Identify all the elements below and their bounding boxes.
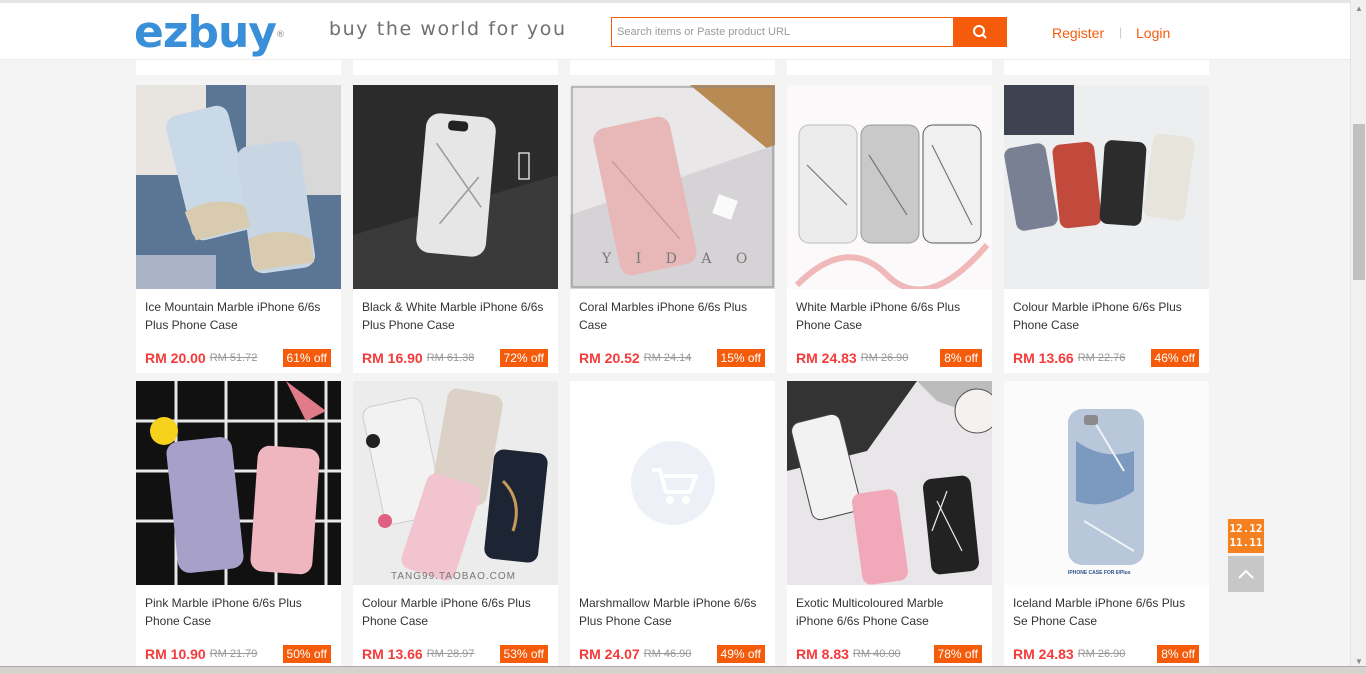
original-price: RM 51.72: [209, 352, 258, 364]
price-row: RM 20.00 RM 51.72 61% off: [136, 343, 341, 373]
price-row: RM 24.83 RM 26.90 8% off: [787, 343, 992, 373]
product-card[interactable]: Pink Marble iPhone 6/6s Plus Phone Case …: [136, 381, 341, 669]
search-bar: [611, 17, 1007, 47]
discount-badge: 46% off: [1150, 349, 1199, 367]
search-button[interactable]: [953, 17, 1007, 47]
original-price: RM 46.90: [643, 648, 692, 660]
discount-badge: 15% off: [716, 349, 765, 367]
product-title[interactable]: Iceland Marble iPhone 6/6s Plus Se Phone…: [1004, 585, 1209, 639]
auth-separator: |: [1119, 25, 1123, 39]
discount-badge: 78% off: [933, 645, 982, 663]
product-card[interactable]: Colour Marble iPhone 6/6s Plus Phone Cas…: [1004, 85, 1209, 373]
price-row: RM 16.90 RM 61.38 72% off: [353, 343, 558, 373]
slogan: buy the world for you: [329, 18, 567, 40]
price-row: RM 20.52 RM 24.14 15% off: [570, 343, 775, 373]
product-title[interactable]: Pink Marble iPhone 6/6s Plus Phone Case: [136, 585, 341, 639]
logo-text: ezbuy: [134, 7, 277, 58]
product-price: RM 20.00: [145, 350, 206, 366]
vertical-scrollbar[interactable]: ▲ ▼: [1350, 0, 1366, 674]
product-price: RM 10.90: [145, 646, 206, 662]
discount-badge: 72% off: [499, 349, 548, 367]
price-row: RM 13.66 RM 28.97 53% off: [353, 639, 558, 669]
product-image[interactable]: Y I D A O: [570, 85, 775, 289]
original-price: RM 26.90: [860, 352, 909, 364]
discount-badge: 50% off: [282, 645, 331, 663]
product-card[interactable]: Ice Mountain Marble iPhone 6/6s Plus Pho…: [136, 85, 341, 373]
product-price: RM 13.66: [362, 646, 423, 662]
product-price: RM 24.07: [579, 646, 640, 662]
back-to-top-button[interactable]: [1228, 556, 1264, 592]
original-price: RM 21.79: [209, 648, 258, 660]
product-title[interactable]: Marshmallow Marble iPhone 6/6s Plus Phon…: [570, 585, 775, 639]
price-row: RM 10.90 RM 21.79 50% off: [136, 639, 341, 669]
search-input[interactable]: [611, 17, 953, 47]
scroll-up-arrow-icon[interactable]: ▲: [1355, 4, 1363, 13]
product-title[interactable]: Coral Marbles iPhone 6/6s Plus Case: [570, 289, 775, 343]
price-row: RM 24.83 RM 26.90 8% off: [1004, 639, 1209, 669]
product-card[interactable]: IPHONE CASE FOR 6/Plus Iceland Marble iP…: [1004, 381, 1209, 669]
product-image[interactable]: [353, 85, 558, 289]
discount-badge: 8% off: [940, 349, 982, 367]
product-image[interactable]: [1004, 85, 1209, 289]
product-price: RM 13.66: [1013, 350, 1074, 366]
scrollbar-thumb[interactable]: [1353, 124, 1365, 280]
discount-badge: 53% off: [499, 645, 548, 663]
product-title[interactable]: Colour Marble iPhone 6/6s Plus Phone Cas…: [353, 585, 558, 639]
product-price: RM 8.83: [796, 646, 849, 662]
product-price: RM 24.83: [796, 350, 857, 366]
price-row: RM 8.83 RM 40.00 78% off: [787, 639, 992, 669]
product-title[interactable]: Exotic Multicoloured Marble iPhone 6/6s …: [787, 585, 992, 639]
image-watermark: Y I D A O: [602, 251, 758, 267]
price-row: RM 24.07 RM 46.90 49% off: [570, 639, 775, 669]
original-price: RM 22.76: [1077, 352, 1126, 364]
image-watermark: TANG99.TAOBAO.COM: [391, 571, 516, 582]
product-image[interactable]: [136, 381, 341, 585]
original-price: RM 61.38: [426, 352, 475, 364]
product-image[interactable]: [787, 381, 992, 585]
original-price: RM 28.97: [426, 648, 475, 660]
product-card[interactable]: Y I D A O Coral Marbles iPhone 6/6s Plus…: [570, 85, 775, 373]
product-image-placeholder[interactable]: [570, 381, 775, 585]
cart-placeholder-icon: [630, 441, 715, 525]
search-icon: [973, 25, 987, 39]
discount-badge: 8% off: [1157, 645, 1199, 663]
ezbuy-logo[interactable]: ezbuy ®: [134, 11, 285, 57]
logo-registered-mark: ®: [275, 30, 285, 40]
product-title[interactable]: Colour Marble iPhone 6/6s Plus Phone Cas…: [1004, 289, 1209, 343]
os-taskbar: [0, 666, 1366, 674]
product-title[interactable]: White Marble iPhone 6/6s Plus Phone Case: [787, 289, 992, 343]
discount-badge: 61% off: [282, 349, 331, 367]
original-price: RM 40.00: [852, 648, 901, 660]
register-link[interactable]: Register: [1052, 25, 1104, 41]
product-price: RM 16.90: [362, 350, 423, 366]
promo-line-2: 11.11: [1229, 536, 1263, 549]
product-card[interactable]: Exotic Multicoloured Marble iPhone 6/6s …: [787, 381, 992, 669]
promo-badge[interactable]: 12.12 11.11: [1228, 519, 1264, 553]
product-title[interactable]: Ice Mountain Marble iPhone 6/6s Plus Pho…: [136, 289, 341, 343]
site-header: ezbuy® buy the world for you Register | …: [0, 0, 1350, 60]
product-price: RM 24.83: [1013, 646, 1074, 662]
scroll-down-arrow-icon[interactable]: ▼: [1355, 657, 1363, 666]
product-card[interactable]: White Marble iPhone 6/6s Plus Phone Case…: [787, 85, 992, 373]
original-price: RM 26.90: [1077, 648, 1126, 660]
product-image[interactable]: TANG99.TAOBAO.COM: [353, 381, 558, 585]
login-link[interactable]: Login: [1136, 25, 1170, 41]
product-price: RM 20.52: [579, 350, 640, 366]
image-caption: IPHONE CASE FOR 6/Plus: [1068, 570, 1131, 576]
product-image[interactable]: IPHONE CASE FOR 6/Plus: [1004, 381, 1209, 585]
product-card[interactable]: TANG99.TAOBAO.COM Colour Marble iPhone 6…: [353, 381, 558, 669]
product-card[interactable]: Black & White Marble iPhone 6/6s Plus Ph…: [353, 85, 558, 373]
back-to-top-icon: [1238, 569, 1254, 579]
discount-badge: 49% off: [716, 645, 765, 663]
product-image[interactable]: [787, 85, 992, 289]
promo-line-1: 12.12: [1229, 522, 1263, 535]
price-row: RM 13.66 RM 22.76 46% off: [1004, 343, 1209, 373]
original-price: RM 24.14: [643, 352, 692, 364]
product-card[interactable]: Marshmallow Marble iPhone 6/6s Plus Phon…: [570, 381, 775, 669]
product-image[interactable]: [136, 85, 341, 289]
product-title[interactable]: Black & White Marble iPhone 6/6s Plus Ph…: [353, 289, 558, 343]
